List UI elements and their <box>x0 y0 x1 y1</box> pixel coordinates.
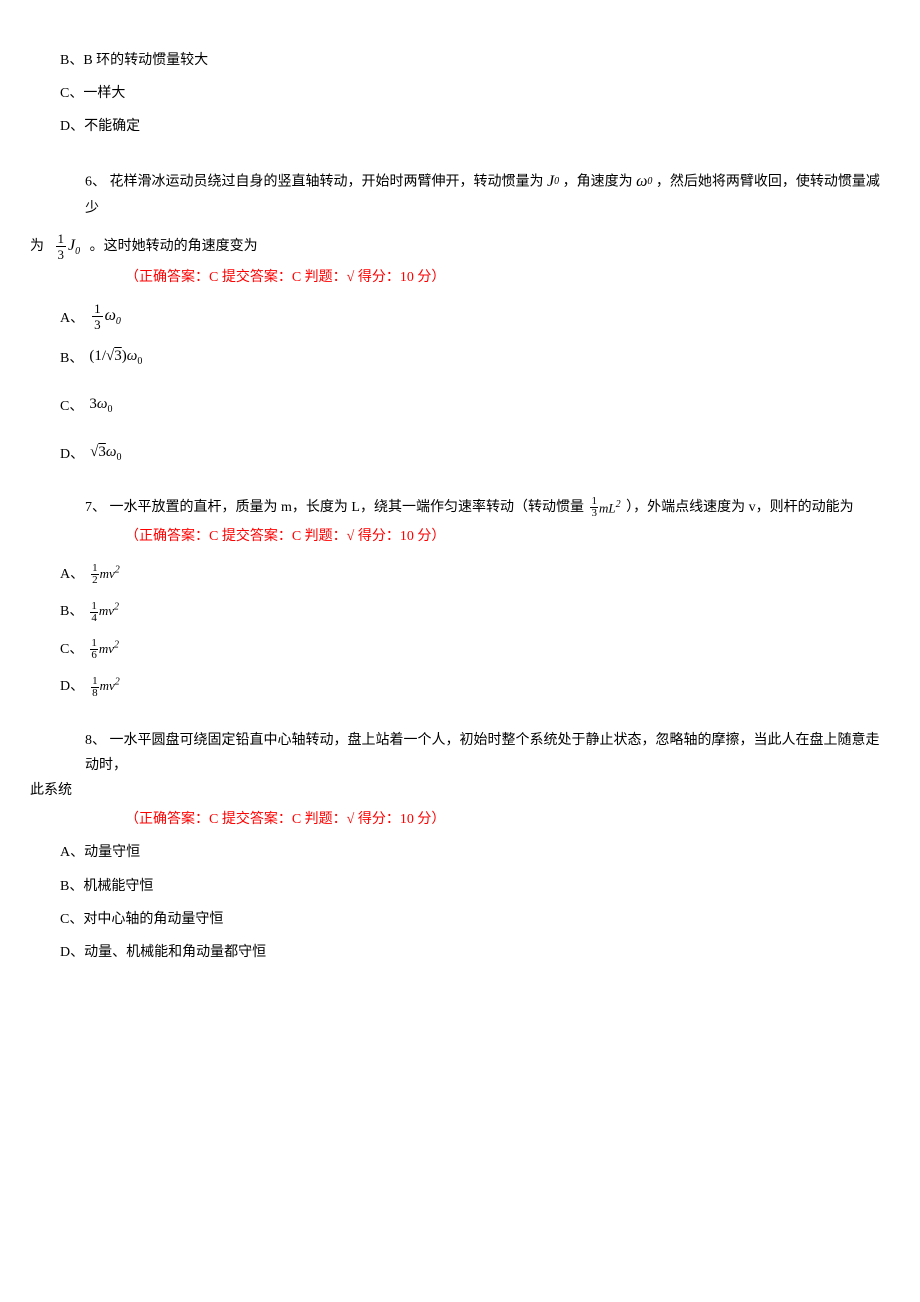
option-text: B、机械能守恒 <box>60 879 153 894</box>
option-label: C、 <box>60 394 83 419</box>
formula-one-third-omega0: 13ω0 <box>90 302 121 331</box>
option-text: A、动量守恒 <box>60 845 140 860</box>
formula-sqrt3-omega0: √3ω0 <box>90 439 121 467</box>
option-8c: C、对中心轴的角动量守恒 <box>60 907 890 932</box>
question-8-line2: 此系统 <box>30 778 890 803</box>
option-8a: A、动量守恒 <box>60 840 890 865</box>
question-text-line2: 此系统 <box>30 783 72 798</box>
answer-feedback-6: （正确答案：C 提交答案：C 判题：√ 得分：10 分） <box>125 265 890 290</box>
formula-J0: J0 <box>547 168 559 197</box>
formula-3omega0: 3ω0 <box>89 391 112 419</box>
question-6-line1: 6、 花样滑冰运动员绕过自身的竖直轴转动，开始时两臂伸开，转动惯量为 J0 ，角… <box>85 168 890 222</box>
formula-one-third-mL2: 13mL2 <box>589 496 620 520</box>
question-8: 8、 一水平圆盘可绕固定铅直中心轴转动，盘上站着一个人，初始时整个系统处于静止状… <box>30 728 890 966</box>
formula-sixth-mv2: 16mv2 <box>89 637 119 663</box>
option-6c: C、 3ω0 <box>60 391 890 419</box>
question-6: 6、 花样滑冰运动员绕过自身的竖直轴转动，开始时两臂伸开，转动惯量为 J0 ，角… <box>30 168 890 468</box>
question-text-suffix: 。这时她转动的角速度变为 <box>90 238 258 253</box>
option-d-prev: D、不能确定 <box>60 114 890 139</box>
option-6d: D、 √3ω0 <box>60 439 890 467</box>
formula-1-over-sqrt3-omega0: (1/√3)ω0 <box>89 343 142 371</box>
option-b-prev: B、B 环的转动惯量较大 <box>60 48 890 73</box>
option-7d: D、 18mv2 <box>60 674 890 700</box>
question-7: 7、 一水平放置的直杆，质量为 m，长度为 L，绕其一端作匀速率转动（转动惯量 … <box>30 495 890 699</box>
option-text: C、一样大 <box>60 86 125 101</box>
question-text-after: ），外端点线速度为 v，则杆的动能为 <box>626 500 854 515</box>
option-8b: B、机械能守恒 <box>60 874 890 899</box>
question-number: 6、 <box>85 174 106 189</box>
option-7c: C、 16mv2 <box>60 637 890 663</box>
option-8d: D、动量、机械能和角动量都守恒 <box>60 940 890 965</box>
formula-one-third-J0: 13 J0 <box>54 232 81 261</box>
formula-quarter-mv2: 14mv2 <box>89 599 119 625</box>
answer-text: （正确答案：C 提交答案：C 判题：√ 得分：10 分） <box>125 529 445 544</box>
formula-half-mv2: 12mv2 <box>90 562 120 588</box>
answer-text: （正确答案：C 提交答案：C 判题：√ 得分：10 分） <box>125 812 445 827</box>
question-number: 8、 <box>85 733 106 748</box>
option-7a: A、 12mv2 <box>60 562 890 588</box>
answer-text: （正确答案：C 提交答案：C 判题：√ 得分：10 分） <box>125 270 445 285</box>
question-text-line1: 一水平圆盘可绕固定铅直中心轴转动，盘上站着一个人，初始时整个系统处于静止状态，忽… <box>85 733 880 773</box>
question-text-part2: ，角速度为 <box>563 174 633 189</box>
option-label: A、 <box>60 562 84 587</box>
option-6a: A、 13ω0 <box>60 302 890 331</box>
option-label: D、 <box>60 442 84 467</box>
question-text-prefix: 为 <box>30 238 44 253</box>
option-text: C、对中心轴的角动量守恒 <box>60 912 223 927</box>
option-label: A、 <box>60 306 84 331</box>
answer-feedback-8: （正确答案：C 提交答案：C 判题：√ 得分：10 分） <box>125 807 890 832</box>
question-8-line1: 8、 一水平圆盘可绕固定铅直中心轴转动，盘上站着一个人，初始时整个系统处于静止状… <box>85 728 890 778</box>
option-6b: B、 (1/√3)ω0 <box>60 343 890 371</box>
question-text-part1: 花样滑冰运动员绕过自身的竖直轴转动，开始时两臂伸开，转动惯量为 <box>110 174 544 189</box>
option-text: D、不能确定 <box>60 119 140 134</box>
answer-feedback-7: （正确答案：C 提交答案：C 判题：√ 得分：10 分） <box>125 524 890 549</box>
option-text: D、动量、机械能和角动量都守恒 <box>60 945 266 960</box>
option-label: D、 <box>60 674 84 699</box>
option-text: B、B 环的转动惯量较大 <box>60 53 208 68</box>
question-text-before: 一水平放置的直杆，质量为 m，长度为 L，绕其一端作匀速率转动（转动惯量 <box>110 500 584 515</box>
option-c-prev: C、一样大 <box>60 81 890 106</box>
formula-eighth-mv2: 18mv2 <box>90 674 120 700</box>
question-7-text: 7、 一水平放置的直杆，质量为 m，长度为 L，绕其一端作匀速率转动（转动惯量 … <box>85 495 890 520</box>
option-label: C、 <box>60 637 83 662</box>
question-number: 7、 <box>85 500 106 515</box>
option-7b: B、 14mv2 <box>60 599 890 625</box>
option-label: B、 <box>60 599 83 624</box>
formula-omega0: ω0 <box>636 168 652 197</box>
option-label: B、 <box>60 346 83 371</box>
question-6-line2: 为 13 J0 。这时她转动的角速度变为 <box>30 232 890 261</box>
